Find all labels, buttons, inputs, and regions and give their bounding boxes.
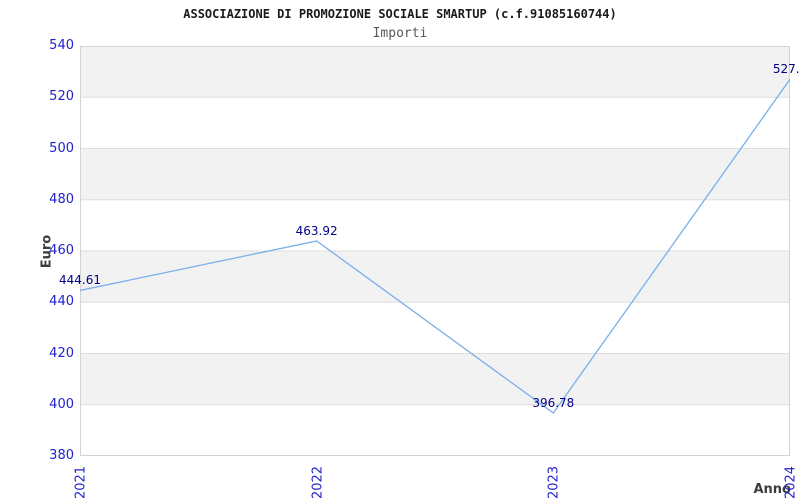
y-tick-label: 520	[49, 89, 74, 105]
x-tick-label: 2024	[783, 465, 799, 500]
point-label: 444.61	[59, 273, 101, 288]
chart-plot-area	[80, 46, 790, 456]
y-tick-label: 460	[49, 243, 74, 258]
chart-subtitle: Importi	[372, 26, 428, 41]
band	[80, 353, 790, 405]
y-tick-label: 500	[49, 140, 74, 156]
chart-figure: ASSOCIAZIONE DI PROMOZIONE SOCIALE SMART…	[0, 0, 800, 500]
point-label: 527.0	[772, 62, 800, 77]
y-tick-label: 480	[49, 191, 74, 207]
band	[80, 251, 790, 303]
band	[80, 148, 790, 200]
y-tick-label: 440	[49, 294, 74, 310]
point-label: 463.92	[295, 223, 338, 238]
y-tick-label: 380	[49, 448, 74, 463]
y-tick-label: 420	[49, 345, 74, 361]
band	[80, 46, 790, 98]
point-label: 396.78	[532, 396, 575, 410]
y-tick-label: 400	[49, 396, 74, 412]
chart-title: ASSOCIAZIONE DI PROMOZIONE SOCIALE SMART…	[183, 7, 617, 21]
y-tick-label: 540	[49, 38, 74, 53]
x-tick-label: 2022	[310, 465, 326, 500]
x-tick-label: 2023	[546, 465, 562, 500]
x-tick-label: 2021	[73, 465, 89, 500]
